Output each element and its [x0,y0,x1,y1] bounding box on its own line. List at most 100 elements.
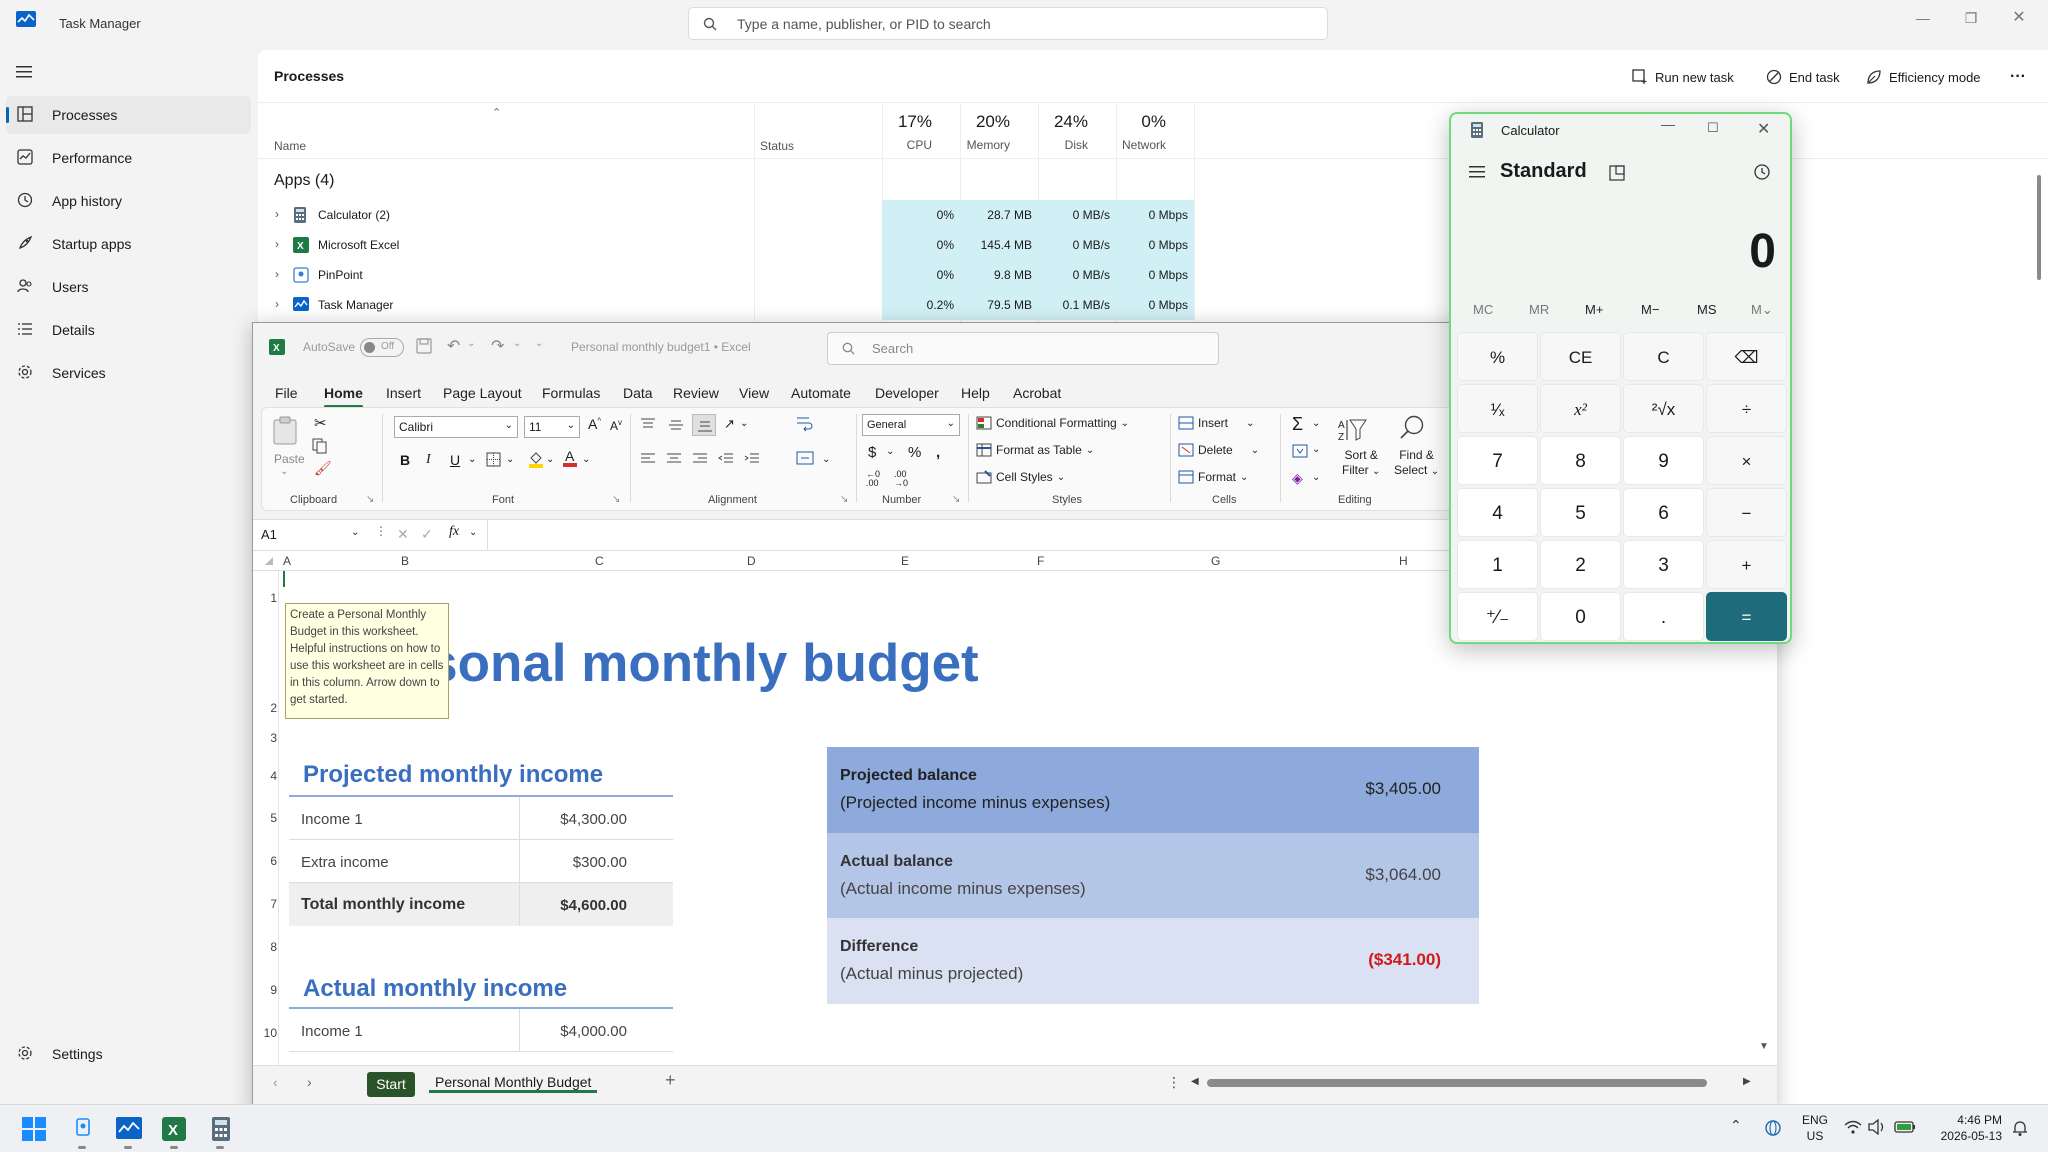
key-5[interactable]: 5 [1540,488,1621,537]
italic-icon[interactable]: I [426,452,431,468]
row-number[interactable]: 7 [259,897,277,911]
tab-formulas[interactable]: Formulas [542,385,600,401]
key-7[interactable]: 7 [1457,436,1538,485]
fill-color-icon[interactable] [528,450,544,468]
memory-store-button[interactable]: MS [1697,302,1717,317]
task-manager-taskbar-icon[interactable] [116,1117,142,1139]
name-box[interactable]: A1 [261,527,277,542]
currency-icon[interactable]: $ [868,444,876,461]
projected-balance-block[interactable]: Projected balance (Projected income minu… [827,747,1479,833]
history-icon[interactable] [1753,163,1771,181]
decrease-decimal-icon[interactable]: .00 →0 [894,470,908,488]
income-row[interactable]: Extra income $300.00 [289,840,673,883]
insert-function-icon[interactable]: fx [449,524,459,540]
key-0[interactable]: 0 [1540,592,1621,641]
sidebar-item-app-history[interactable]: App history [6,182,251,220]
column-header[interactable]: D [747,554,756,568]
delete-cells-button[interactable]: Delete ⌄ [1178,443,1259,457]
pinpoint-taskbar-icon[interactable] [74,1117,92,1139]
memory-percent[interactable]: 20% [958,112,1010,132]
end-task-button[interactable]: End task [1766,64,1840,90]
cancel-entry-icon[interactable]: ✕ [397,526,409,543]
undo-dropdown-icon[interactable]: ⌄ [467,338,475,349]
underline-icon[interactable]: U [450,452,460,468]
copy-icon[interactable] [312,438,328,454]
tab-home[interactable]: Home [324,385,363,401]
key-8[interactable]: 8 [1540,436,1621,485]
save-icon[interactable] [416,338,432,354]
column-cpu[interactable]: CPU [882,138,932,152]
underline-dropdown-icon[interactable]: ⌄ [468,454,476,465]
conditional-formatting-button[interactable]: Conditional Formatting ⌄ [976,416,1129,430]
borders-dropdown-icon[interactable]: ⌄ [506,454,514,465]
more-sheets-icon[interactable]: ⋮ [1167,1074,1181,1091]
column-header[interactable]: A [283,554,291,568]
row-number[interactable]: 10 [259,1026,277,1040]
memory-clear-button[interactable]: MC [1473,302,1493,317]
key-reciprocal[interactable]: ¹⁄ₓ [1457,384,1538,433]
align-left-icon[interactable] [640,452,656,466]
column-status[interactable]: Status [760,139,794,153]
insert-cells-button[interactable]: Insert ⌄ [1178,416,1254,430]
search-input[interactable]: Type a name, publisher, or PID to search [688,7,1328,40]
tab-page-layout[interactable]: Page Layout [443,385,522,401]
sidebar-item-settings[interactable]: Settings [6,1035,251,1073]
row-number[interactable]: 8 [259,940,277,954]
expand-chevron-icon[interactable]: › [275,237,279,251]
format-cells-button[interactable]: Format ⌄ [1178,470,1248,484]
sidebar-item-performance[interactable]: Performance [6,139,251,177]
notification-bell-icon[interactable] [2012,1119,2028,1137]
restore-button[interactable]: ❐ [1948,4,1994,32]
customize-toolbar-icon[interactable]: ⌄ [535,338,543,349]
key-negate[interactable]: ⁺⁄₋ [1457,592,1538,641]
find-select-label[interactable]: Find & Select ⌄ [1394,448,1439,479]
key-equals[interactable]: = [1706,592,1787,641]
autosum-dropdown-icon[interactable]: ⌄ [1312,418,1320,429]
actual-income-heading[interactable]: Actual monthly income [303,975,567,1003]
actual-balance-block[interactable]: Actual balance (Actual income minus expe… [827,833,1479,918]
name-box-dropdown-icon[interactable]: ⌄ [351,527,359,538]
fx-dropdown-icon[interactable]: ⌄ [469,527,477,538]
confirm-entry-icon[interactable]: ✓ [421,526,433,543]
key-9[interactable]: 9 [1623,436,1704,485]
memory-recall-button[interactable]: MR [1529,302,1549,317]
row-number[interactable]: 3 [259,731,277,745]
tab-file[interactable]: File [275,385,298,401]
key-percent[interactable]: % [1457,332,1538,381]
select-all-corner[interactable] [265,557,273,565]
row-number[interactable]: 6 [259,854,277,868]
column-memory[interactable]: Memory [958,138,1010,152]
percent-icon[interactable]: % [908,444,921,461]
format-as-table-button[interactable]: Format as Table ⌄ [976,443,1094,457]
key-3[interactable]: 3 [1623,540,1704,589]
merge-center-icon[interactable] [796,450,814,466]
worksheet-grid[interactable]: 1 2 3 4 5 6 7 8 9 10 ersonal monthly bud… [253,571,1777,1065]
key-2[interactable]: 2 [1540,540,1621,589]
key-decimal[interactable]: . [1623,592,1704,641]
column-disk[interactable]: Disk [1038,138,1088,152]
font-color-dropdown-icon[interactable]: ⌄ [582,454,590,465]
tab-acrobat[interactable]: Acrobat [1013,385,1061,401]
minimize-button[interactable]: — [1661,116,1675,132]
comma-style-icon[interactable]: , [936,444,940,461]
wrap-text-icon[interactable] [796,416,814,432]
undo-icon[interactable]: ↶ [447,336,460,356]
column-name[interactable]: Name [274,139,306,153]
excel-search-box[interactable]: Search [827,332,1219,365]
scroll-sheets-left-icon[interactable]: ‹ [273,1074,278,1090]
sheet-tab-start[interactable]: Start [367,1072,415,1097]
merge-dropdown-icon[interactable]: ⌄ [822,454,830,465]
key-square[interactable]: x² [1540,384,1621,433]
row-number[interactable]: 4 [259,769,277,783]
row-number[interactable]: 2 [259,701,277,715]
maximize-button[interactable]: ☐ [1707,120,1719,136]
bold-icon[interactable]: B [400,452,410,468]
align-middle-icon[interactable] [668,418,684,432]
decrease-indent-icon[interactable] [718,452,734,466]
income-total-row[interactable]: Total monthly income $4,600.00 [289,883,673,926]
row-number[interactable]: 5 [259,811,277,825]
dialog-launcher-icon[interactable]: ↘ [840,494,848,505]
key-subtract[interactable]: − [1706,488,1787,537]
memory-subtract-button[interactable]: M− [1641,302,1659,317]
difference-block[interactable]: Difference (Actual minus projected) ($34… [827,918,1479,1004]
